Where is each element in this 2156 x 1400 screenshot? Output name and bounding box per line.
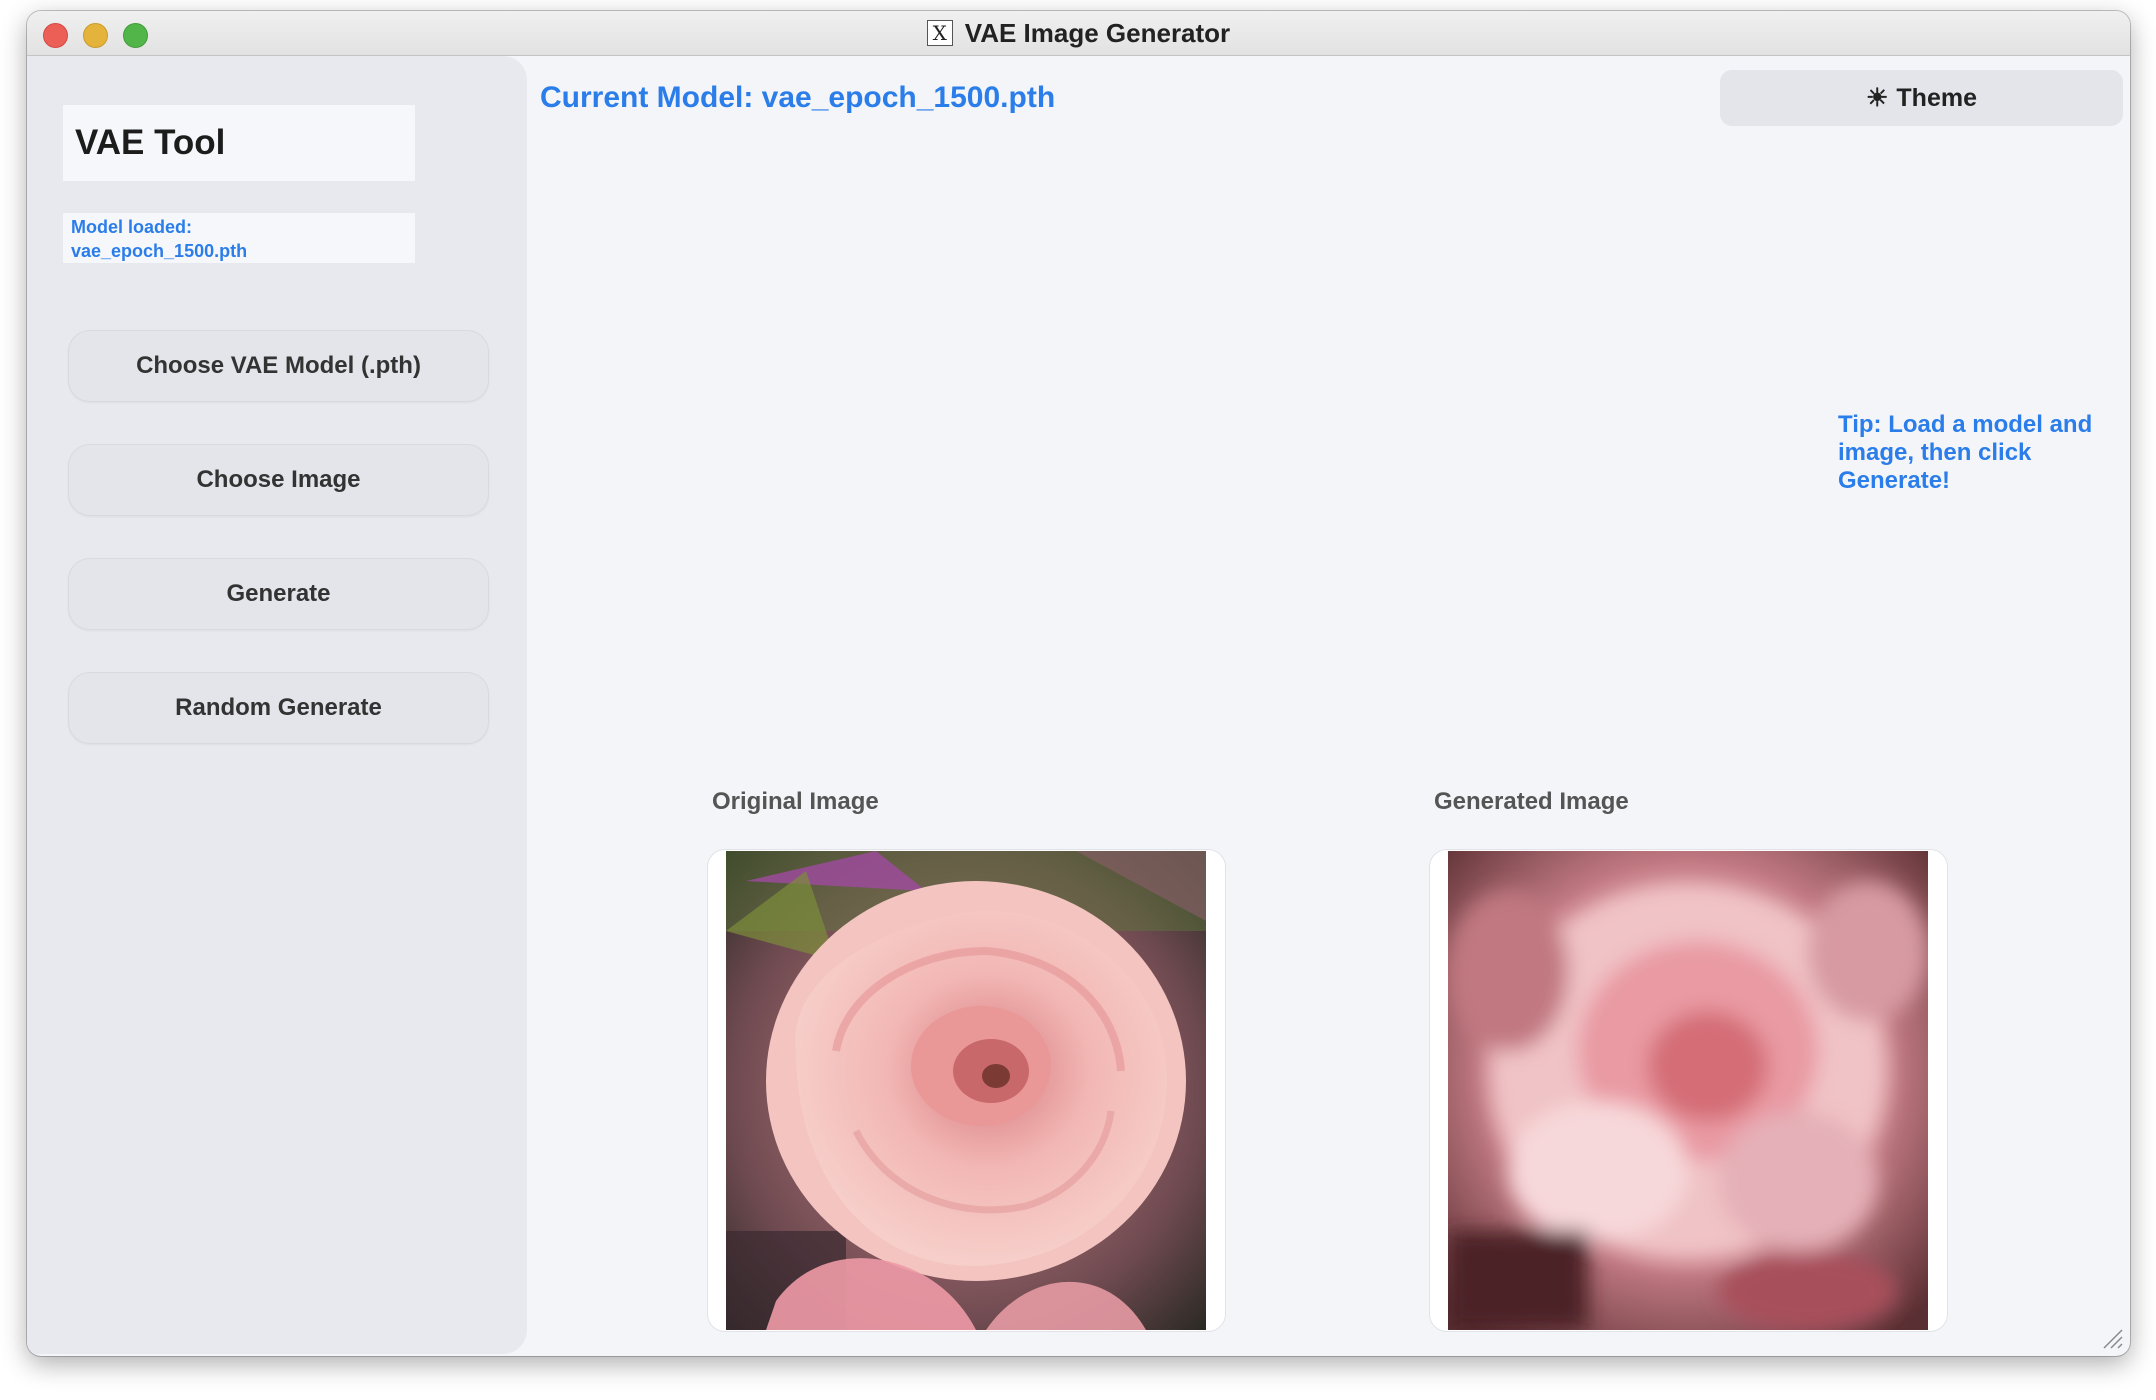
original-image-frame [707, 849, 1226, 1332]
choose-model-button[interactable]: Choose VAE Model (.pth) [68, 330, 489, 402]
generated-image [1448, 851, 1928, 1330]
x11-app-icon: X [926, 20, 953, 46]
generate-button[interactable]: Generate [68, 558, 489, 630]
theme-toggle-button[interactable]: ☀ Theme [1720, 70, 2123, 126]
choose-image-button[interactable]: Choose Image [68, 444, 489, 516]
theme-button-label: Theme [1896, 83, 1977, 112]
random-generate-button[interactable]: Random Generate [68, 672, 489, 744]
sun-icon: ☀ [1865, 84, 1889, 112]
current-model-label: Current Model: vae_epoch_1500.pth [540, 81, 1056, 114]
generated-image-frame [1429, 849, 1948, 1332]
resize-grip-icon[interactable] [2100, 1326, 2124, 1350]
app-brand-title: VAE Tool [63, 105, 415, 181]
model-status-filename: vae_epoch_1500.pth [71, 241, 248, 261]
generated-image-label: Generated Image [1434, 788, 1629, 815]
model-status-label: Model loaded: vae_epoch_1500.pth [63, 213, 415, 263]
original-image-label: Original Image [712, 788, 879, 815]
title-bar[interactable]: X VAE Image Generator [27, 11, 2130, 56]
original-image [726, 851, 1206, 1330]
sidebar: VAE Tool Model loaded: vae_epoch_1500.pt… [27, 56, 527, 1354]
app-window: X VAE Image Generator VAE Tool Model loa… [27, 11, 2130, 1356]
tip-text: Tip: Load a model and image, then click … [1838, 411, 2093, 494]
model-status-line: Model loaded: [71, 217, 192, 237]
window-title: VAE Image Generator [964, 17, 1231, 48]
